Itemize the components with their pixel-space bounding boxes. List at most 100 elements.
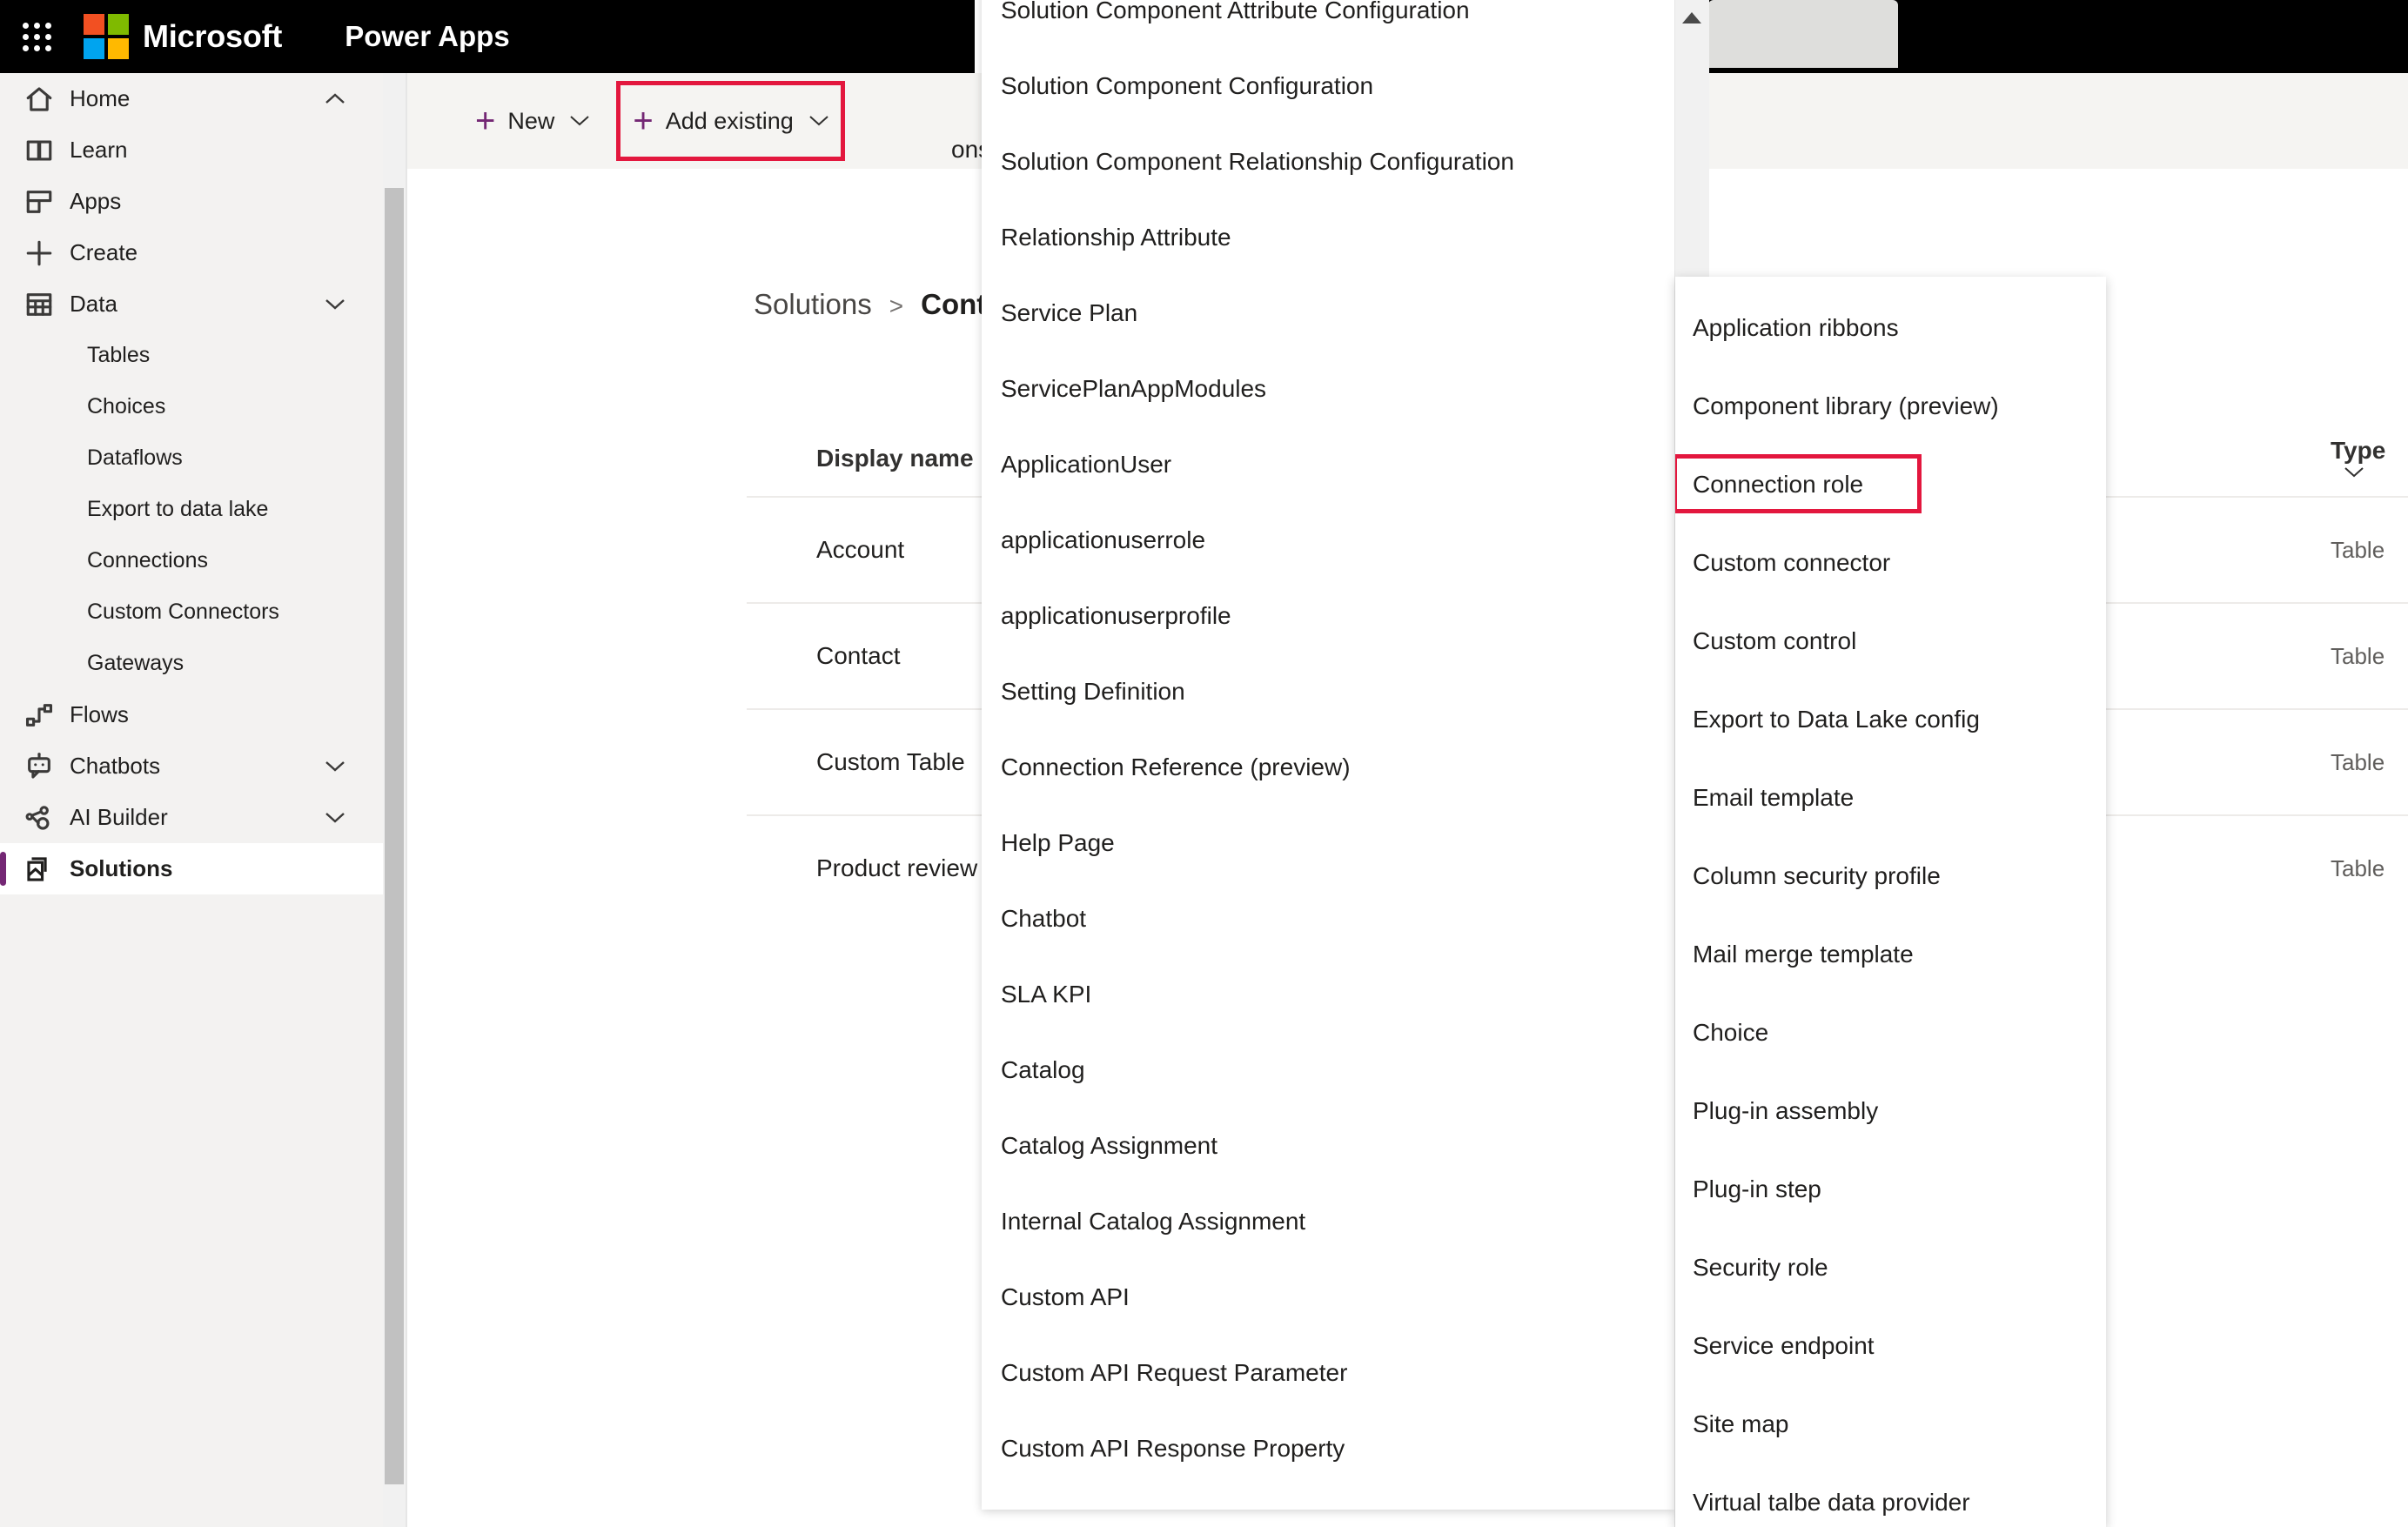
menu-item[interactable]: Service Plan	[982, 291, 1674, 335]
menu-item[interactable]: Export to Data Lake config	[1675, 680, 2106, 759]
menu-item[interactable]: Security role	[1675, 1229, 2106, 1307]
sidebar-item-solutions[interactable]: Solutions	[0, 843, 383, 894]
other-components-submenu[interactable]: Application ribbons Component library (pr…	[1675, 277, 2106, 1527]
sidebar-item-label: AI Builder	[70, 804, 168, 830]
sidebar-item-label: Learn	[70, 137, 128, 163]
sidebar-item-ai-builder[interactable]: AI Builder	[0, 792, 383, 843]
sidebar-item-label: Solutions	[70, 855, 173, 881]
sidebar-item-connections[interactable]: Connections	[0, 535, 383, 586]
menu-item[interactable]: Relationship Attribute	[982, 215, 1674, 259]
menu-item[interactable]: applicationuserprofile	[982, 593, 1674, 638]
add-existing-flyout-menu[interactable]: Solution Component Attribute Configurati…	[982, 0, 1674, 1510]
menu-item-label: Application ribbons	[1693, 314, 1899, 341]
sidebar-item-chatbots[interactable]: Chatbots	[0, 740, 383, 792]
menu-item[interactable]: Plug-in assembly	[1675, 1072, 2106, 1150]
menu-item[interactable]: Solution Component Attribute Configurati…	[982, 0, 1674, 32]
sidebar-item-custom-connectors[interactable]: Custom Connectors	[0, 586, 383, 638]
sidebar-item-label: Connections	[87, 548, 208, 573]
menu-item-connection-role[interactable]: Connection role	[1675, 445, 2106, 524]
menu-item[interactable]: Connection Reference (preview)	[982, 745, 1674, 789]
menu-item[interactable]: ApplicationUser	[982, 442, 1674, 486]
add-existing-button[interactable]: + Add existing	[616, 81, 845, 161]
sidebar-item-tables[interactable]: Tables	[0, 330, 383, 381]
submenu-item-list: Application ribbons Component library (pr…	[1675, 289, 2106, 1527]
menu-item[interactable]: Plug-in step	[1675, 1150, 2106, 1229]
menu-item[interactable]: Custom API Request Parameter	[982, 1350, 1674, 1395]
sidebar-item-list: Home Learn Apps Create Data Tables Choices Data…	[0, 73, 383, 894]
sidebar-item-label: Choices	[87, 394, 166, 419]
chatbot-icon	[24, 752, 64, 781]
new-button[interactable]: + New	[463, 90, 601, 152]
solutions-icon	[24, 854, 64, 884]
menu-item[interactable]: Chatbot	[982, 896, 1674, 941]
menu-item[interactable]: Service endpoint	[1675, 1307, 2106, 1385]
menu-item[interactable]: Custom connector	[1675, 524, 2106, 602]
sidebar-item-dataflows[interactable]: Dataflows	[0, 432, 383, 484]
menu-item[interactable]: Catalog	[982, 1048, 1674, 1092]
sidebar-item-label: Home	[70, 85, 131, 111]
menu-item[interactable]: Custom API Response Property	[982, 1426, 1674, 1470]
menu-item[interactable]: Email template	[1675, 759, 2106, 837]
menu-item[interactable]: Custom API	[982, 1275, 1674, 1319]
chevron-down-icon	[570, 115, 590, 127]
add-existing-button-label: Add existing	[665, 107, 794, 134]
sidebar-item-learn[interactable]: Learn	[0, 124, 383, 176]
menu-item[interactable]: Internal Catalog Assignment	[982, 1199, 1674, 1243]
sidebar-item-label: Chatbots	[70, 753, 161, 779]
menu-item[interactable]: Choice	[1675, 994, 2106, 1072]
sidebar-item-flows[interactable]: Flows	[0, 689, 383, 740]
menu-item[interactable]: SLA KPI	[982, 972, 1674, 1016]
scroll-up-arrow-icon[interactable]	[1682, 12, 1701, 23]
menu-item[interactable]: Solution Component Configuration	[982, 64, 1674, 108]
sidebar-item-label: Data	[70, 291, 117, 317]
menu-item[interactable]: Solution Component Relationship Configur…	[982, 139, 1674, 184]
menu-item[interactable]: Component library (preview)	[1675, 367, 2106, 445]
sidebar-item-label: Custom Connectors	[87, 599, 279, 624]
menu-item-label: Custom connector	[1693, 549, 1891, 576]
menu-item[interactable]: Column security profile	[1675, 837, 2106, 915]
menu-item[interactable]: applicationuserrole	[982, 518, 1674, 562]
sidebar-item-choices[interactable]: Choices	[0, 381, 383, 432]
chevron-down-icon[interactable]	[325, 760, 345, 773]
microsoft-logo-icon	[84, 14, 129, 59]
breadcrumb-root-link[interactable]: Solutions	[754, 288, 872, 321]
menu-item-label: Connection role	[1693, 471, 1864, 498]
menu-item-label: Component library (preview)	[1693, 392, 1999, 419]
apps-icon	[24, 187, 64, 217]
menu-item-label: Mail merge template	[1693, 941, 1914, 968]
chevron-down-icon	[809, 115, 828, 127]
menu-item[interactable]: Custom control	[1675, 602, 2106, 680]
menu-item[interactable]: Setting Definition	[982, 669, 1674, 713]
waffle-icon	[22, 22, 51, 51]
chevron-up-icon[interactable]	[325, 92, 345, 105]
sidebar-item-home[interactable]: Home	[0, 73, 383, 124]
menu-item-label: Custom control	[1693, 627, 1857, 654]
menu-item[interactable]: Mail merge template	[1675, 915, 2106, 994]
book-icon	[24, 136, 64, 165]
menu-item-label: Email template	[1693, 784, 1855, 811]
sidebar-item-create[interactable]: Create	[0, 227, 383, 278]
sidebar-item-export-to-data-lake[interactable]: Export to data lake	[0, 484, 383, 535]
menu-item[interactable]: Help Page	[982, 820, 1674, 865]
plus-icon: +	[633, 102, 654, 140]
menu-item-label: Column security profile	[1693, 862, 1941, 889]
menu-item[interactable]: Site map	[1675, 1385, 2106, 1463]
menu-item-label: Plug-in assembly	[1693, 1097, 1879, 1124]
sidebar-item-data[interactable]: Data	[0, 278, 383, 330]
sidebar-item-gateways[interactable]: Gateways	[0, 638, 383, 689]
app-title: Power Apps	[345, 20, 510, 52]
top-navigation-bar: Microsoft Power Apps	[0, 0, 975, 73]
topbar-active-chip[interactable]	[1708, 0, 1898, 68]
left-navigation-sidebar: Home Learn Apps Create Data Tables Choices Data…	[0, 73, 383, 1527]
chevron-down-icon[interactable]	[325, 812, 345, 824]
sidebar-item-apps[interactable]: Apps	[0, 176, 383, 227]
sidebar-item-label: Create	[70, 239, 138, 265]
sidebar-item-label: Apps	[70, 188, 122, 214]
menu-item[interactable]: Catalog Assignment	[982, 1123, 1674, 1168]
sidebar-scrollbar-thumb[interactable]	[385, 188, 404, 1484]
menu-item[interactable]: Application ribbons	[1675, 289, 2106, 367]
app-launcher-button[interactable]	[0, 0, 73, 73]
menu-item[interactable]: ServicePlanAppModules	[982, 366, 1674, 411]
menu-item[interactable]: Virtual talbe data provider	[1675, 1463, 2106, 1527]
chevron-down-icon[interactable]	[325, 298, 345, 311]
